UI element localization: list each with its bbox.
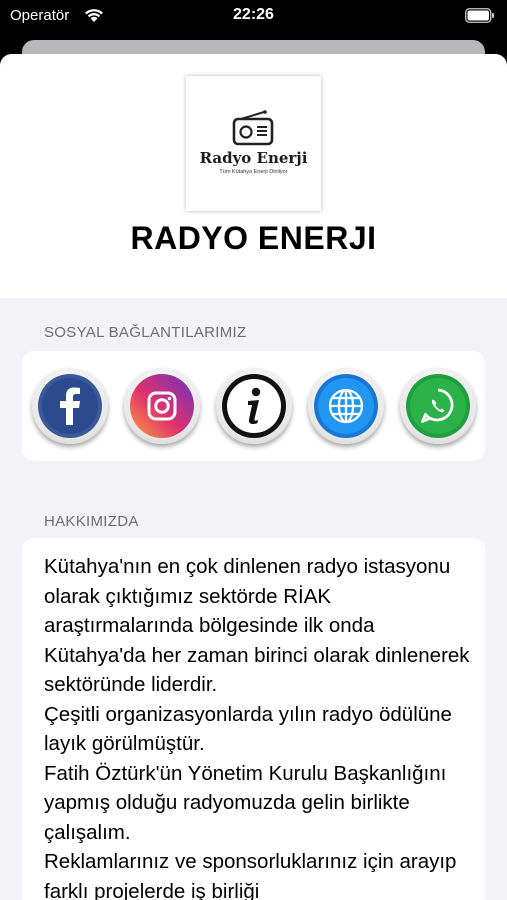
about-text: Kütahya'nın en çok dinlenen radyo istasy… (44, 555, 470, 900)
info-button[interactable] (216, 368, 292, 444)
whatsapp-button[interactable] (400, 368, 476, 444)
about-section-label: HAKKIMIZDA (44, 513, 139, 530)
instagram-button[interactable] (124, 368, 200, 444)
info-icon (222, 374, 286, 438)
website-button[interactable] (308, 368, 384, 444)
status-bar: Operatör 22:26 (0, 0, 507, 32)
instagram-icon (130, 374, 194, 438)
station-logo: Radyo Enerji Tüm Kütahya Enerji Dinliyor (186, 76, 321, 211)
station-title: RADYO ENERJI (130, 220, 377, 256)
social-links-card (22, 351, 485, 461)
globe-icon (314, 374, 378, 438)
station-sheet: Radyo Enerji Tüm Kütahya Enerji Dinliyor… (0, 54, 507, 900)
about-card: Kütahya'nın en çok dinlenen radyo istasy… (22, 538, 485, 900)
station-header: Radyo Enerji Tüm Kütahya Enerji Dinliyor… (0, 54, 507, 298)
facebook-icon (38, 374, 102, 438)
logo-tagline: Tüm Kütahya Enerji Dinliyor (219, 169, 288, 175)
battery-icon (465, 8, 494, 23)
clock: 22:26 (233, 6, 274, 23)
social-section-label: SOSYAL BAĞLANTILARIMIZ (44, 324, 247, 341)
facebook-button[interactable] (32, 368, 108, 444)
radio-icon (232, 110, 274, 146)
whatsapp-icon (406, 374, 470, 438)
logo-name: Radyo Enerji (199, 149, 308, 167)
